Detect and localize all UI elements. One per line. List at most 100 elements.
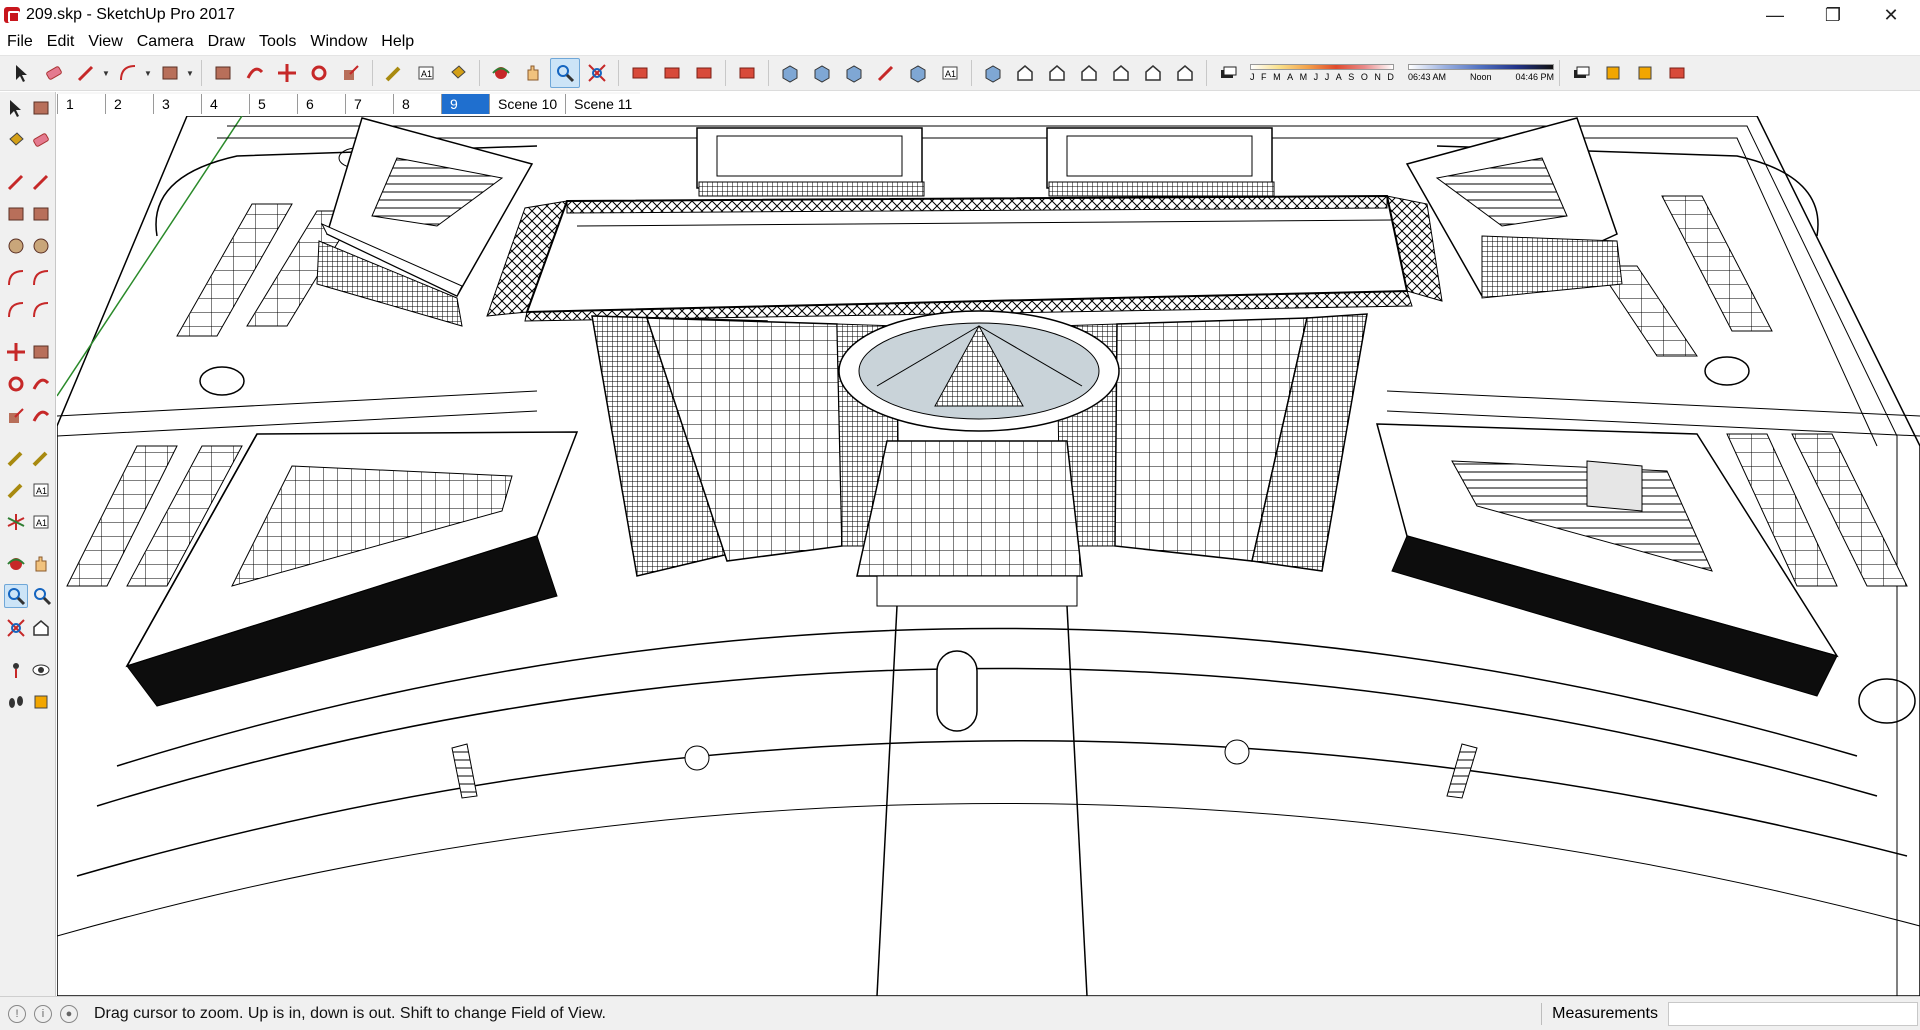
section-plane-icon[interactable] [1630, 58, 1660, 88]
iso-view-icon[interactable] [1010, 58, 1040, 88]
zoom-icon[interactable] [4, 584, 28, 608]
ruby-icon[interactable] [732, 58, 762, 88]
scene-tab-scene-10[interactable]: Scene 10 [489, 94, 566, 114]
model-viewport[interactable] [57, 116, 1920, 996]
xray-icon[interactable] [775, 58, 805, 88]
scene-tab-3[interactable]: 3 [153, 94, 201, 114]
previous-view-icon[interactable] [30, 616, 54, 640]
move-icon[interactable] [272, 58, 302, 88]
zoom-icon[interactable] [550, 58, 580, 88]
pie-icon[interactable] [30, 298, 54, 322]
axes-icon[interactable] [4, 510, 28, 534]
menu-edit[interactable]: Edit [40, 30, 82, 54]
walk-icon[interactable] [4, 690, 28, 714]
month-slider-track[interactable] [1250, 64, 1394, 70]
menu-camera[interactable]: Camera [130, 30, 201, 54]
zoom-window-icon[interactable] [30, 584, 53, 608]
freehand-icon[interactable] [30, 170, 54, 194]
offset-icon[interactable] [30, 404, 54, 428]
warehouse-icon[interactable] [625, 58, 655, 88]
right-view-icon[interactable] [1106, 58, 1136, 88]
extension-warehouse-icon[interactable] [657, 58, 687, 88]
zoom-extents-icon[interactable] [4, 616, 28, 640]
scale-icon[interactable] [4, 404, 28, 428]
two-point-arc-icon[interactable] [30, 266, 54, 290]
scene-tab-5[interactable]: 5 [249, 94, 297, 114]
eraser-icon[interactable] [30, 128, 54, 152]
scene-tab-scene-11[interactable]: Scene 11 [565, 94, 641, 114]
menu-view[interactable]: View [81, 30, 129, 54]
scene-tab-4[interactable]: 4 [201, 94, 249, 114]
push-pull-icon[interactable] [30, 340, 54, 364]
scene-tab-2[interactable]: 2 [105, 94, 153, 114]
three-point-arc-icon[interactable] [4, 298, 28, 322]
shadows-toggle-icon[interactable] [1213, 58, 1243, 88]
chevron-down-icon[interactable]: ▼ [186, 58, 194, 88]
select-icon[interactable] [4, 96, 28, 120]
scene-tab-1[interactable]: 1 [57, 94, 105, 114]
circle-icon[interactable] [4, 234, 28, 258]
rotated-rectangle-icon[interactable] [30, 202, 54, 226]
line-icon[interactable] [4, 170, 28, 194]
scene-tab-7[interactable]: 7 [345, 94, 393, 114]
time-slider-track[interactable] [1408, 64, 1554, 70]
pencil-icon[interactable] [71, 58, 101, 88]
close-button[interactable]: ✕ [1862, 0, 1920, 30]
move-icon[interactable] [4, 340, 28, 364]
rectangle-icon[interactable] [155, 58, 185, 88]
back-edges-icon[interactable] [807, 58, 837, 88]
section-fill-icon[interactable] [1598, 58, 1628, 88]
arc-icon[interactable] [113, 58, 143, 88]
left-view-icon[interactable] [1170, 58, 1200, 88]
minimize-button[interactable]: — [1746, 0, 1804, 30]
follow-me-icon[interactable] [240, 58, 270, 88]
back-view-icon[interactable] [1138, 58, 1168, 88]
shadows-toggle-icon[interactable] [1566, 58, 1596, 88]
restore-button[interactable]: ❐ [1804, 0, 1862, 30]
download-icon[interactable] [1662, 58, 1692, 88]
shaded-textures-icon[interactable]: A1 [935, 58, 965, 88]
wireframe-icon[interactable] [839, 58, 869, 88]
rotate-icon[interactable] [304, 58, 334, 88]
position-camera-icon[interactable] [4, 658, 28, 682]
dimension-icon[interactable] [30, 446, 54, 470]
pan-icon[interactable] [518, 58, 548, 88]
chevron-down-icon[interactable]: ▼ [144, 58, 152, 88]
tape-measure-icon[interactable] [379, 58, 409, 88]
text-icon[interactable]: A1 [411, 58, 441, 88]
shadow-time-slider[interactable]: 06:43 AM Noon 04:46 PM [1408, 64, 1554, 82]
arc-icon[interactable] [4, 266, 28, 290]
polygon-icon[interactable] [30, 234, 54, 258]
make-component-icon[interactable] [30, 96, 54, 120]
3d-text-icon[interactable]: A1 [30, 510, 54, 534]
zoom-extents-icon[interactable] [582, 58, 612, 88]
shaded-icon[interactable] [903, 58, 933, 88]
orbit-icon[interactable] [486, 58, 516, 88]
shadow-date-slider[interactable]: JFMAMJJASOND [1250, 64, 1394, 82]
scene-tab-9[interactable]: 9 [441, 94, 489, 114]
menu-help[interactable]: Help [374, 30, 421, 54]
geo-location-icon[interactable]: ! [8, 1004, 26, 1023]
text-icon[interactable]: A1 [30, 478, 54, 502]
select-icon[interactable] [7, 58, 37, 88]
protractor-icon[interactable] [4, 478, 28, 502]
monochrome-icon[interactable] [978, 58, 1008, 88]
paint-bucket-icon[interactable] [4, 128, 28, 152]
user-account-icon[interactable]: ● [60, 1004, 78, 1023]
tape-measure-icon[interactable] [4, 446, 28, 470]
section-plane-icon[interactable] [30, 690, 54, 714]
top-view-icon[interactable] [1042, 58, 1072, 88]
menu-draw[interactable]: Draw [201, 30, 252, 54]
eraser-icon[interactable] [39, 58, 69, 88]
rectangle-icon[interactable] [4, 202, 28, 226]
credits-icon[interactable]: i [34, 1004, 52, 1023]
rotate-icon[interactable] [4, 372, 28, 396]
menu-window[interactable]: Window [303, 30, 374, 54]
scene-tab-6[interactable]: 6 [297, 94, 345, 114]
front-view-icon[interactable] [1074, 58, 1104, 88]
paint-bucket-icon[interactable] [443, 58, 473, 88]
scene-tab-8[interactable]: 8 [393, 94, 441, 114]
menu-tools[interactable]: Tools [252, 30, 303, 54]
chevron-down-icon[interactable]: ▼ [102, 58, 110, 88]
measurements-input[interactable] [1668, 1002, 1918, 1026]
